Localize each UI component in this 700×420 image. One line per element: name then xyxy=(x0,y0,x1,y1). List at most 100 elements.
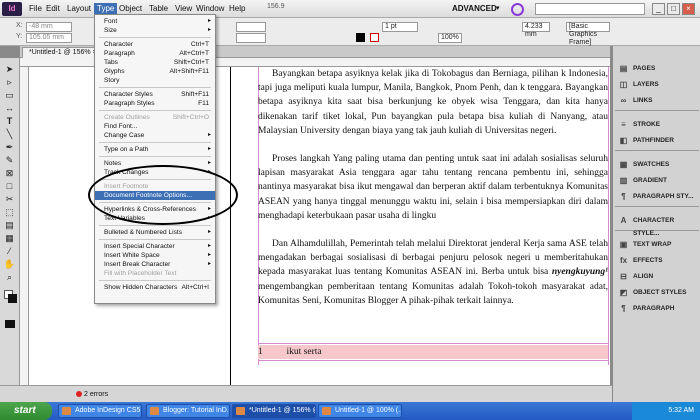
menu-item-label: Story xyxy=(104,77,120,84)
panel-tab-effects[interactable]: fx EFFECTS xyxy=(617,254,699,267)
menu-file[interactable]: File xyxy=(29,4,42,13)
hand-tool-icon[interactable]: ✋ xyxy=(3,259,16,270)
panel-tab-paragraph-styles[interactable]: ¶ PARAGRAPH STY... xyxy=(617,190,699,203)
type-menu-item-create-outlines[interactable]: Create Outlines Shift+Ctrl+O xyxy=(95,113,215,122)
eyedropper-tool-icon[interactable]: ⁄ xyxy=(3,246,16,257)
type-menu-item-font[interactable]: Font ▸ xyxy=(95,17,215,26)
taskbar-button[interactable]: Blogger: Tutorial InD... xyxy=(146,404,230,418)
type-menu-item-change-case[interactable]: Change Case ▸ xyxy=(95,131,215,140)
type-menu-item-insert-break-character[interactable]: Insert Break Character ▸ xyxy=(95,260,215,269)
type-tool-icon[interactable]: T xyxy=(3,116,16,127)
panel-separator xyxy=(615,110,699,111)
type-menu-item-size[interactable]: Size ▸ xyxy=(95,26,215,35)
type-menu-item-character[interactable]: Character Ctrl+T xyxy=(95,40,215,49)
panel-tab-gradient[interactable]: ▥ GRADIENT xyxy=(617,174,699,187)
close-icon[interactable]: × xyxy=(682,3,695,15)
taskbar-button-label: Blogger: Tutorial InD... xyxy=(163,407,230,414)
maximize-icon[interactable]: □ xyxy=(667,3,680,15)
x-field[interactable]: -48 mm xyxy=(26,22,72,32)
menu-item-shortcut: Alt+Ctrl+I xyxy=(181,284,209,291)
type-menu-item-fill-with-placeholder-text[interactable]: Fill with Placeholder Text xyxy=(95,269,215,278)
pages-icon: ▤ xyxy=(619,64,628,73)
taskbar-button[interactable]: Untitled-1 @ 100% (... xyxy=(318,404,402,418)
preview-mode-icon[interactable] xyxy=(5,320,15,328)
panel-tab-pathfinder[interactable]: ◧ PATHFINDER xyxy=(617,134,699,147)
type-menu-item-paragraph-styles[interactable]: Paragraph Styles F11 xyxy=(95,99,215,108)
type-menu-item-bulleted-numbered-lists[interactable]: Bulleted & Numbered Lists ▸ xyxy=(95,228,215,237)
preflight-status[interactable]: 2 errors xyxy=(84,391,108,398)
object-style-select[interactable]: [Basic Graphics Frame] xyxy=(566,22,610,46)
type-menu-item-find-font[interactable]: Find Font... xyxy=(95,122,215,131)
type-menu-item-story[interactable]: Story xyxy=(95,76,215,85)
taskbar-button[interactable]: Adobe InDesign CS5 xyxy=(58,404,142,418)
zoom-tool-icon[interactable]: ⌕ xyxy=(3,272,16,283)
menu-item-shortcut: Ctrl+T xyxy=(190,41,209,48)
w-field[interactable] xyxy=(236,22,266,32)
stroke-weight-field[interactable]: 1 pt xyxy=(382,22,418,32)
object-styles-icon: ◩ xyxy=(619,288,628,297)
chevron-down-icon[interactable]: ▾ xyxy=(496,4,500,12)
cs-live-icon[interactable] xyxy=(511,3,524,16)
minimize-icon[interactable]: _ xyxy=(652,3,665,15)
pencil-tool-icon[interactable]: ✎ xyxy=(3,155,16,166)
panel-tab-align[interactable]: ⊟ ALIGN xyxy=(617,270,699,283)
menu-object[interactable]: Object xyxy=(119,4,142,13)
panel-tab-swatches[interactable]: ▦ SWATCHES xyxy=(617,158,699,171)
menu-item-shortcut: F11 xyxy=(198,100,209,107)
text-frame[interactable]: Bayangkan betapa asyiknya kelak jika di … xyxy=(258,67,608,357)
gap-tool-icon[interactable]: ↔ xyxy=(3,103,16,114)
start-button[interactable]: start xyxy=(0,402,52,420)
menu-layout[interactable]: Layout xyxy=(67,4,91,13)
panel-tab-pages[interactable]: ▤ PAGES xyxy=(617,62,699,75)
panel-tab-layers[interactable]: ◫ LAYERS xyxy=(617,78,699,91)
panel-tab-text-wrap[interactable]: ▣ TEXT WRAP xyxy=(617,238,699,251)
type-menu-item-character-styles[interactable]: Character Styles Shift+F11 xyxy=(95,90,215,99)
search-input[interactable] xyxy=(535,3,645,15)
menu-view[interactable]: View xyxy=(175,4,192,13)
menu-type[interactable]: Type xyxy=(94,3,118,14)
menu-window[interactable]: Window xyxy=(196,4,224,13)
panel-tab-stroke[interactable]: ≡ STROKE xyxy=(617,118,699,131)
type-menu-item-insert-white-space[interactable]: Insert White Space ▸ xyxy=(95,251,215,260)
direct-selection-tool-icon[interactable]: ▹ xyxy=(3,77,16,88)
fill-swatch-icon[interactable] xyxy=(370,33,379,42)
type-menu-item-type-on-a-path[interactable]: Type on a Path ▸ xyxy=(95,145,215,154)
note-tool-icon[interactable]: ▦ xyxy=(3,233,16,244)
y-field[interactable]: 105.05 mm xyxy=(26,33,72,43)
panel-tab-object-styles[interactable]: ◩ OBJECT STYLES xyxy=(617,286,699,299)
type-menu-item-paragraph[interactable]: Paragraph Alt+Ctrl+T xyxy=(95,49,215,58)
stroke-swatch-icon[interactable] xyxy=(356,33,365,42)
submenu-arrow-icon: ▸ xyxy=(207,229,211,235)
page-tool-icon[interactable]: ▭ xyxy=(3,90,16,101)
panel-tab-paragraph[interactable]: ¶ PARAGRAPH xyxy=(617,302,699,315)
menu-table[interactable]: Table xyxy=(149,4,168,13)
menu-help[interactable]: Help xyxy=(229,4,245,13)
corner-size-field[interactable]: 4.233 mm xyxy=(522,22,550,38)
free-transform-tool-icon[interactable]: ⬚ xyxy=(3,207,16,218)
type-menu-item-tabs[interactable]: Tabs Shift+Ctrl+T xyxy=(95,58,215,67)
stroke-icon[interactable] xyxy=(8,294,17,303)
type-menu-item-glyphs[interactable]: Glyphs Alt+Shift+F11 xyxy=(95,67,215,76)
panel-tab-links[interactable]: ∞ LINKS xyxy=(617,94,699,107)
panel-tab-character-styles[interactable]: A CHARACTER STYLE... xyxy=(617,214,699,237)
line-tool-icon[interactable]: ╲ xyxy=(3,129,16,140)
panel-tab-label: EFFECTS xyxy=(633,257,663,264)
opacity-field[interactable]: 100% xyxy=(438,33,462,43)
taskbar-button[interactable]: *Untitled-1 @ 156% @... xyxy=(232,404,316,418)
footnote-text[interactable]: 1 ikut serta xyxy=(258,345,608,359)
panel-tab-label: TEXT WRAP xyxy=(633,241,672,248)
submenu-arrow-icon: ▸ xyxy=(207,243,211,249)
type-menu-item-insert-special-character[interactable]: Insert Special Character ▸ xyxy=(95,242,215,251)
document-tab[interactable]: *Untitled-1 @ 156% × xyxy=(22,47,104,58)
scissors-tool-icon[interactable]: ✂ xyxy=(3,194,16,205)
menu-edit[interactable]: Edit xyxy=(46,4,60,13)
pen-tool-icon[interactable]: ✒ xyxy=(3,142,16,153)
rectangle-frame-tool-icon[interactable]: ⊠ xyxy=(3,168,16,179)
gradient-tool-icon[interactable]: ▤ xyxy=(3,220,16,231)
zoom-level[interactable]: 156.9 xyxy=(267,3,285,10)
selection-tool-icon[interactable]: ➤ xyxy=(3,64,16,75)
rectangle-tool-icon[interactable]: □ xyxy=(3,181,16,192)
workspace-switcher[interactable]: ADVANCED xyxy=(452,4,497,13)
type-menu-item-show-hidden-characters[interactable]: Show Hidden Characters Alt+Ctrl+I xyxy=(95,283,215,292)
h-field[interactable] xyxy=(236,33,266,43)
